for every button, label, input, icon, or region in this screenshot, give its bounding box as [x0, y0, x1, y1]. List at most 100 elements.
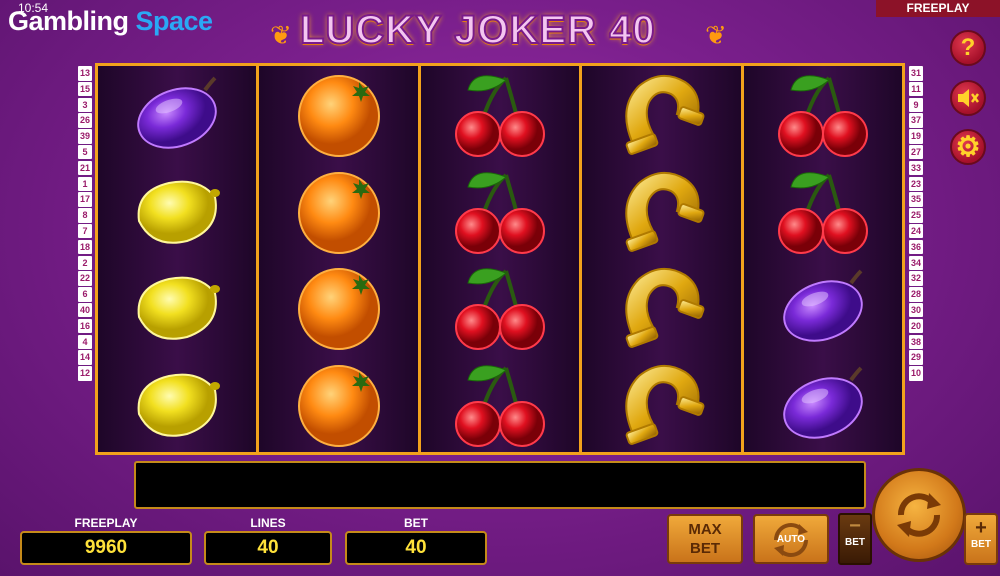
brand-part2: Space [135, 6, 214, 36]
payline-number[interactable]: 11 [909, 81, 923, 97]
payline-number[interactable]: 10 [909, 366, 923, 381]
payline-number[interactable]: 37 [909, 113, 923, 128]
payline-number[interactable]: 34 [909, 255, 923, 271]
lines-value: 40 [204, 531, 332, 565]
game-title: LUCKY JOKER 40 [299, 7, 656, 53]
brand-part1: Gambling [8, 6, 136, 36]
bet-value: 40 [345, 531, 487, 565]
max-bet-button[interactable]: MAX BET [667, 514, 743, 564]
orange-icon [259, 163, 417, 260]
max-bet-line1: MAX [688, 521, 722, 538]
autoplay-label: AUTO [776, 534, 806, 545]
payline-number[interactable]: 9 [909, 97, 923, 113]
orange-icon [259, 356, 417, 453]
reel-2 [259, 66, 421, 453]
payline-number[interactable]: 31 [909, 66, 923, 81]
payline-number[interactable]: 33 [909, 160, 923, 176]
payline-number[interactable]: 30 [909, 302, 923, 318]
spin-arrows-icon [897, 493, 941, 537]
freeplay-label: FREEPLAY [74, 516, 138, 530]
orange-icon [259, 66, 417, 163]
lemon-icon [98, 259, 256, 356]
payline-number[interactable]: 4 [78, 334, 92, 350]
payline-number[interactable]: 6 [78, 287, 92, 302]
payline-number[interactable]: 36 [909, 239, 923, 255]
bet-minus-label: BET [845, 537, 865, 548]
payline-number[interactable]: 39 [78, 129, 92, 144]
payline-number[interactable]: 21 [78, 160, 92, 176]
bet-minus-button[interactable]: − BET [838, 513, 872, 565]
payline-number[interactable]: 1 [78, 176, 92, 192]
payline-number[interactable]: 7 [78, 223, 92, 239]
sound-muted-icon [958, 89, 979, 107]
settings-button[interactable]: ⚙ [950, 129, 986, 165]
payline-number[interactable]: 15 [78, 81, 92, 97]
plus-icon: + [975, 517, 987, 539]
payline-number[interactable]: 2 [78, 255, 92, 271]
freeplay-balance: 9960 [20, 531, 192, 565]
horseshoe-icon [582, 259, 740, 356]
plum-icon [744, 259, 902, 356]
lemon-icon [98, 163, 256, 260]
brand-logo: Gambling Space [8, 6, 213, 37]
payline-number[interactable]: 5 [78, 144, 92, 160]
reel-1 [98, 66, 260, 453]
sound-toggle-button[interactable] [950, 80, 986, 116]
cherry-icon [421, 356, 579, 453]
message-bar [134, 461, 866, 509]
payline-number[interactable]: 23 [909, 176, 923, 192]
payline-number[interactable]: 19 [909, 129, 923, 144]
payline-number[interactable]: 24 [909, 223, 923, 239]
payline-number[interactable]: 13 [78, 66, 92, 81]
payline-number[interactable]: 18 [78, 239, 92, 255]
payline-number[interactable]: 22 [78, 271, 92, 286]
gear-icon: ⚙ [955, 131, 981, 162]
payline-numbers-left: 13 15 3 26 39 5 21 1 17 8 7 18 2 22 6 40 16 4 14 12 [78, 66, 92, 381]
minus-icon: − [849, 515, 861, 537]
cherry-icon [421, 163, 579, 260]
cherry-icon [421, 66, 579, 163]
payline-number[interactable]: 28 [909, 287, 923, 302]
lines-label: LINES [250, 516, 286, 530]
payline-number[interactable]: 40 [78, 302, 92, 318]
fleur-left-icon: ❦ [270, 20, 292, 50]
payline-number[interactable]: 25 [909, 208, 923, 223]
help-button[interactable]: ? [950, 30, 986, 66]
payline-number[interactable]: 17 [78, 192, 92, 207]
payline-number[interactable]: 27 [909, 144, 923, 160]
freeplay-badge: FREEPLAY [876, 0, 1000, 17]
reel-5 [743, 66, 903, 453]
horseshoe-icon [582, 356, 740, 453]
reel-grid [95, 63, 905, 455]
payline-number[interactable]: 26 [78, 113, 92, 128]
reel-4 [582, 66, 744, 453]
lemon-icon [98, 356, 256, 453]
cherry-icon [744, 66, 902, 163]
plum-icon [744, 356, 902, 453]
payline-number[interactable]: 12 [78, 366, 92, 381]
horseshoe-icon [582, 66, 740, 163]
max-bet-line2: BET [690, 540, 720, 557]
cherry-icon [744, 163, 902, 260]
autoplay-button[interactable]: AUTO [753, 514, 829, 564]
bet-plus-button[interactable]: + BET [964, 513, 998, 565]
horseshoe-icon [582, 163, 740, 260]
spin-button[interactable] [872, 468, 966, 562]
payline-number[interactable]: 29 [909, 350, 923, 365]
payline-number[interactable]: 32 [909, 271, 923, 286]
payline-number[interactable]: 3 [78, 97, 92, 113]
fleur-right-icon: ❦ [705, 20, 727, 50]
payline-numbers-right: 31 11 9 37 19 27 33 23 35 25 24 36 34 32 28 30 20 38 29 10 [909, 66, 923, 381]
payline-number[interactable]: 16 [78, 318, 92, 334]
payline-number[interactable]: 14 [78, 350, 92, 365]
bet-plus-label: BET [971, 539, 991, 550]
payline-number[interactable]: 8 [78, 208, 92, 223]
cherry-icon [421, 259, 579, 356]
bet-label: BET [404, 516, 428, 530]
reel-3 [420, 66, 583, 453]
payline-number[interactable]: 38 [909, 334, 923, 350]
plum-icon [98, 66, 256, 163]
orange-icon [259, 259, 417, 356]
payline-number[interactable]: 35 [909, 192, 923, 207]
payline-number[interactable]: 20 [909, 318, 923, 334]
